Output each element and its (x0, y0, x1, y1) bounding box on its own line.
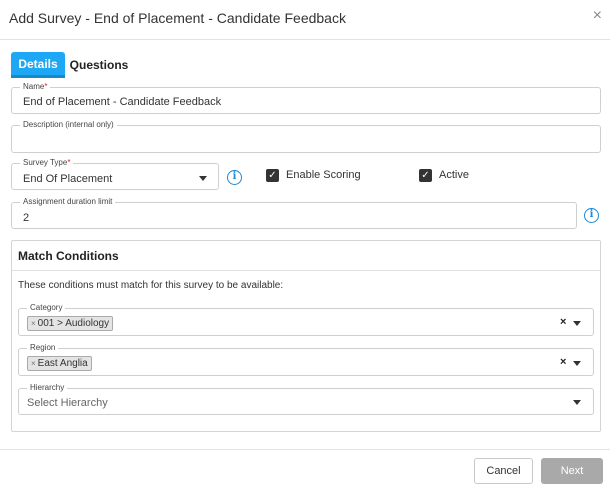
info-icon[interactable]: i (584, 208, 599, 223)
name-value: End of Placement - Candidate Feedback (23, 96, 222, 108)
clear-icon[interactable]: × (560, 356, 566, 368)
active-checkbox[interactable]: ✓ (419, 169, 432, 182)
dialog-header: Add Survey - End of Placement - Candidat… (0, 0, 610, 40)
chip-label: East Anglia (37, 358, 88, 369)
assignment-duration-value: 2 (23, 212, 30, 224)
enable-scoring-checkbox[interactable]: ✓ (266, 169, 279, 182)
category-label: Category (27, 303, 66, 313)
close-icon[interactable]: × (593, 7, 602, 25)
chevron-down-icon (573, 400, 581, 405)
assignment-duration-input[interactable]: Assignment duration limit 2 (11, 197, 577, 229)
active-label: Active (439, 169, 469, 181)
next-button[interactable]: Next (541, 458, 603, 484)
survey-type-select[interactable]: Survey Type* End Of Placement (11, 158, 219, 190)
hierarchy-label: Hierarchy (27, 383, 68, 393)
match-conditions-description: These conditions must match for this sur… (18, 280, 284, 291)
survey-type-value: End Of Placement (23, 173, 113, 185)
description-label: Description (internal only) (20, 120, 117, 130)
category-chip: × 001 > Audiology (27, 316, 114, 331)
chevron-down-icon (573, 361, 581, 366)
clear-icon[interactable]: × (560, 316, 566, 328)
tab-questions[interactable]: Questions (70, 52, 129, 78)
category-select[interactable]: Category × 001 > Audiology × (18, 303, 594, 336)
survey-type-label: Survey Type* (20, 158, 74, 168)
info-icon[interactable]: i (227, 170, 242, 185)
enable-scoring-label: Enable Scoring (286, 169, 361, 181)
chevron-down-icon (573, 321, 581, 326)
region-chip: × East Anglia (27, 356, 92, 371)
match-conditions-title: Match Conditions (18, 249, 119, 263)
assignment-duration-label: Assignment duration limit (20, 197, 116, 207)
dialog-title: Add Survey - End of Placement - Candidat… (9, 10, 346, 26)
cancel-button[interactable]: Cancel (474, 458, 533, 484)
name-label: Name* (20, 82, 51, 92)
hierarchy-select[interactable]: Hierarchy Select Hierarchy (18, 383, 594, 415)
footer-divider (0, 449, 610, 450)
region-label: Region (27, 343, 59, 353)
chip-remove-icon[interactable]: × (31, 319, 36, 328)
chevron-down-icon (199, 176, 207, 181)
name-field[interactable]: Name* End of Placement - Candidate Feedb… (11, 82, 601, 114)
description-field[interactable]: Description (internal only) (11, 120, 601, 153)
hierarchy-placeholder: Select Hierarchy (27, 397, 108, 409)
chip-label: 001 > Audiology (37, 318, 110, 329)
tab-details[interactable]: Details (11, 52, 65, 78)
chip-remove-icon[interactable]: × (31, 359, 36, 368)
region-select[interactable]: Region × East Anglia × (18, 343, 594, 376)
divider (12, 270, 600, 271)
